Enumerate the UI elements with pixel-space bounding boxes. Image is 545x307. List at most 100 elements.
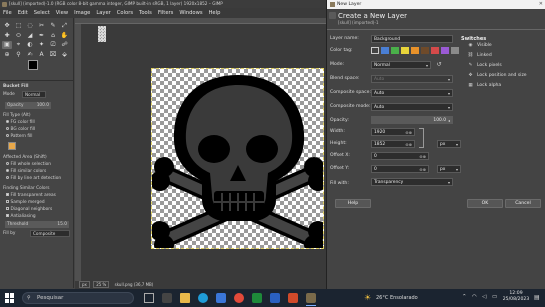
color-tag-orange[interactable] xyxy=(411,47,419,54)
blend-space-select[interactable]: Auto ▾ xyxy=(371,75,453,83)
ok-button[interactable]: OK xyxy=(467,199,503,208)
fill-transparent-checkbox[interactable]: Fill transparent areas xyxy=(6,193,56,198)
paths-tool-icon[interactable]: ⬙ xyxy=(60,51,70,59)
menu-help[interactable]: Help xyxy=(209,10,221,16)
color-tag-gray[interactable] xyxy=(451,47,459,54)
image-thumbnail[interactable] xyxy=(98,26,106,42)
scale-tool-icon[interactable]: ⤢ xyxy=(60,22,70,30)
menu-view[interactable]: View xyxy=(56,10,68,16)
height-input[interactable]: 1852 ⊖⊕ xyxy=(371,140,415,148)
task-view-icon[interactable] xyxy=(144,293,154,303)
menu-select[interactable]: Select xyxy=(34,10,50,16)
affected-similar[interactable]: Fill similar colors xyxy=(6,169,46,174)
menu-windows[interactable]: Windows xyxy=(179,10,202,16)
gradient-tool-icon[interactable]: ◢ xyxy=(25,32,35,40)
ink-tool-icon[interactable]: ✒ xyxy=(37,32,47,40)
affected-lineart[interactable]: Fill by line art detection xyxy=(6,176,61,181)
zoom-select[interactable]: 25 % xyxy=(93,281,110,288)
notifications-icon[interactable]: ▤ xyxy=(534,294,540,301)
file-explorer-icon[interactable] xyxy=(180,293,190,303)
offset-y-input[interactable]: 0 ⊖⊕ xyxy=(371,165,429,173)
image-canvas[interactable] xyxy=(151,68,324,249)
switch-lock-alpha[interactable]: ▦ Lock alpha xyxy=(467,83,501,88)
cancel-button[interactable]: Cancel xyxy=(505,199,541,208)
warp-tool-icon[interactable]: ⌂ xyxy=(48,32,58,40)
network-icon[interactable]: ◠ xyxy=(472,294,477,300)
offset-x-input[interactable]: 0 ⊖⊕ xyxy=(371,152,429,160)
text-tool-icon[interactable]: A xyxy=(37,51,47,59)
switch-lock-position[interactable]: ✥ Lock position and size xyxy=(467,73,527,78)
menu-filters[interactable]: Filters xyxy=(158,10,174,16)
fill-type-bg[interactable]: BG color fill xyxy=(6,127,35,132)
move-tool-icon[interactable]: ✥ xyxy=(2,22,12,30)
menu-edit[interactable]: Edit xyxy=(18,10,28,16)
battery-icon[interactable]: ▭ xyxy=(492,294,497,300)
pattern-swatch[interactable] xyxy=(8,142,16,150)
fill-with-select[interactable]: Transparency ▾ xyxy=(371,178,453,186)
zoom-tool-icon[interactable]: ⊕ xyxy=(2,51,12,59)
paint-tool-icon[interactable]: ✎ xyxy=(48,22,58,30)
ellipse-tool-icon[interactable]: ⬭ xyxy=(14,32,24,40)
close-icon[interactable]: ✕ xyxy=(519,0,545,9)
weather-text[interactable]: 26°C Ensolarado xyxy=(376,295,418,301)
app-icon[interactable] xyxy=(162,293,172,303)
tray-chevron-icon[interactable]: ⌃ xyxy=(462,294,467,300)
taskbar-search-input[interactable]: Pesquisar xyxy=(22,292,134,304)
powerpoint-icon[interactable] xyxy=(288,293,298,303)
switch-visible[interactable]: ◉ Visible xyxy=(467,43,492,48)
lasso-tool-icon[interactable]: ◌ xyxy=(25,22,35,30)
crop-tool-icon[interactable]: ✚ xyxy=(2,32,12,40)
airbrush-tool-icon[interactable]: ✍ xyxy=(25,51,35,59)
hand-tool-icon[interactable]: ✋ xyxy=(60,32,70,40)
mode-select[interactable]: Normal ▾ xyxy=(371,61,431,69)
affected-whole[interactable]: Fill whole selection xyxy=(6,162,51,167)
chrome-icon[interactable] xyxy=(234,293,244,303)
opacity-slider[interactable]: 100.0 ◂ xyxy=(371,116,453,124)
fill-type-pattern[interactable]: Pattern fill xyxy=(6,134,32,139)
edge-icon[interactable] xyxy=(198,293,208,303)
color-tag-brown[interactable] xyxy=(421,47,429,54)
color-tag-none[interactable] xyxy=(371,47,379,54)
volume-icon[interactable]: ◁ xyxy=(482,294,486,300)
composite-mode-select[interactable]: Auto ▾ xyxy=(371,103,453,111)
threshold-slider[interactable]: Threshold 15.0 xyxy=(5,221,69,228)
menu-layer[interactable]: Layer xyxy=(96,10,110,16)
switch-linked[interactable]: ⛓ Linked xyxy=(467,53,492,58)
smudge-tool-icon[interactable]: ⌧ xyxy=(48,51,58,59)
composite-space-select[interactable]: Auto ▾ xyxy=(371,89,453,97)
windows-start-icon[interactable] xyxy=(5,293,15,303)
opacity-slider[interactable]: Opacity 100.0 xyxy=(5,102,51,109)
dodge-tool-icon[interactable]: ◐ xyxy=(25,41,35,49)
color-tag-red[interactable] xyxy=(431,47,439,54)
menu-file[interactable]: File xyxy=(3,10,12,16)
menu-image[interactable]: Image xyxy=(74,10,90,16)
store-icon[interactable] xyxy=(216,293,226,303)
color-tag-yellow[interactable] xyxy=(401,47,409,54)
layer-name-input[interactable]: Background xyxy=(371,35,453,43)
fill-by-select[interactable]: Composite xyxy=(30,230,70,237)
color-tag-violet[interactable] xyxy=(441,47,449,54)
unit-select[interactable]: px xyxy=(79,281,90,288)
gimp-taskbar-icon[interactable] xyxy=(306,293,316,303)
measure-tool-icon[interactable]: ⌖ xyxy=(14,41,24,49)
switch-lock-pixels[interactable]: ✎ Lock pixels xyxy=(467,63,502,68)
excel-icon[interactable] xyxy=(252,293,262,303)
menu-tools[interactable]: Tools xyxy=(139,10,152,16)
mode-reset-icon[interactable]: ↺ xyxy=(435,61,443,69)
color-tag-blue[interactable] xyxy=(381,47,389,54)
offset-unit-select[interactable]: px ▾ xyxy=(437,165,461,173)
sample-merged-checkbox[interactable]: Sample merged xyxy=(6,200,45,205)
fill-type-fg[interactable]: FG color fill xyxy=(6,120,35,125)
rect-select-tool-icon[interactable]: ⬚ xyxy=(14,22,24,30)
chain-link-icon[interactable] xyxy=(419,128,424,148)
color-tag-green[interactable] xyxy=(391,47,399,54)
scissors-tool-icon[interactable]: ✂ xyxy=(37,22,47,30)
word-icon[interactable] xyxy=(270,293,280,303)
menu-colors[interactable]: Colors xyxy=(117,10,133,16)
width-input[interactable]: 1920 ⊖⊕ xyxy=(371,128,415,136)
picker-tool-icon[interactable]: ⚲ xyxy=(14,51,24,59)
clock[interactable]: 12:09 25/08/2023 xyxy=(502,291,530,303)
heal-tool-icon[interactable]: ✦ xyxy=(37,41,47,49)
clone-tool-icon[interactable]: ☍ xyxy=(60,41,70,49)
antialiasing-checkbox[interactable]: Antialiasing xyxy=(6,214,36,219)
